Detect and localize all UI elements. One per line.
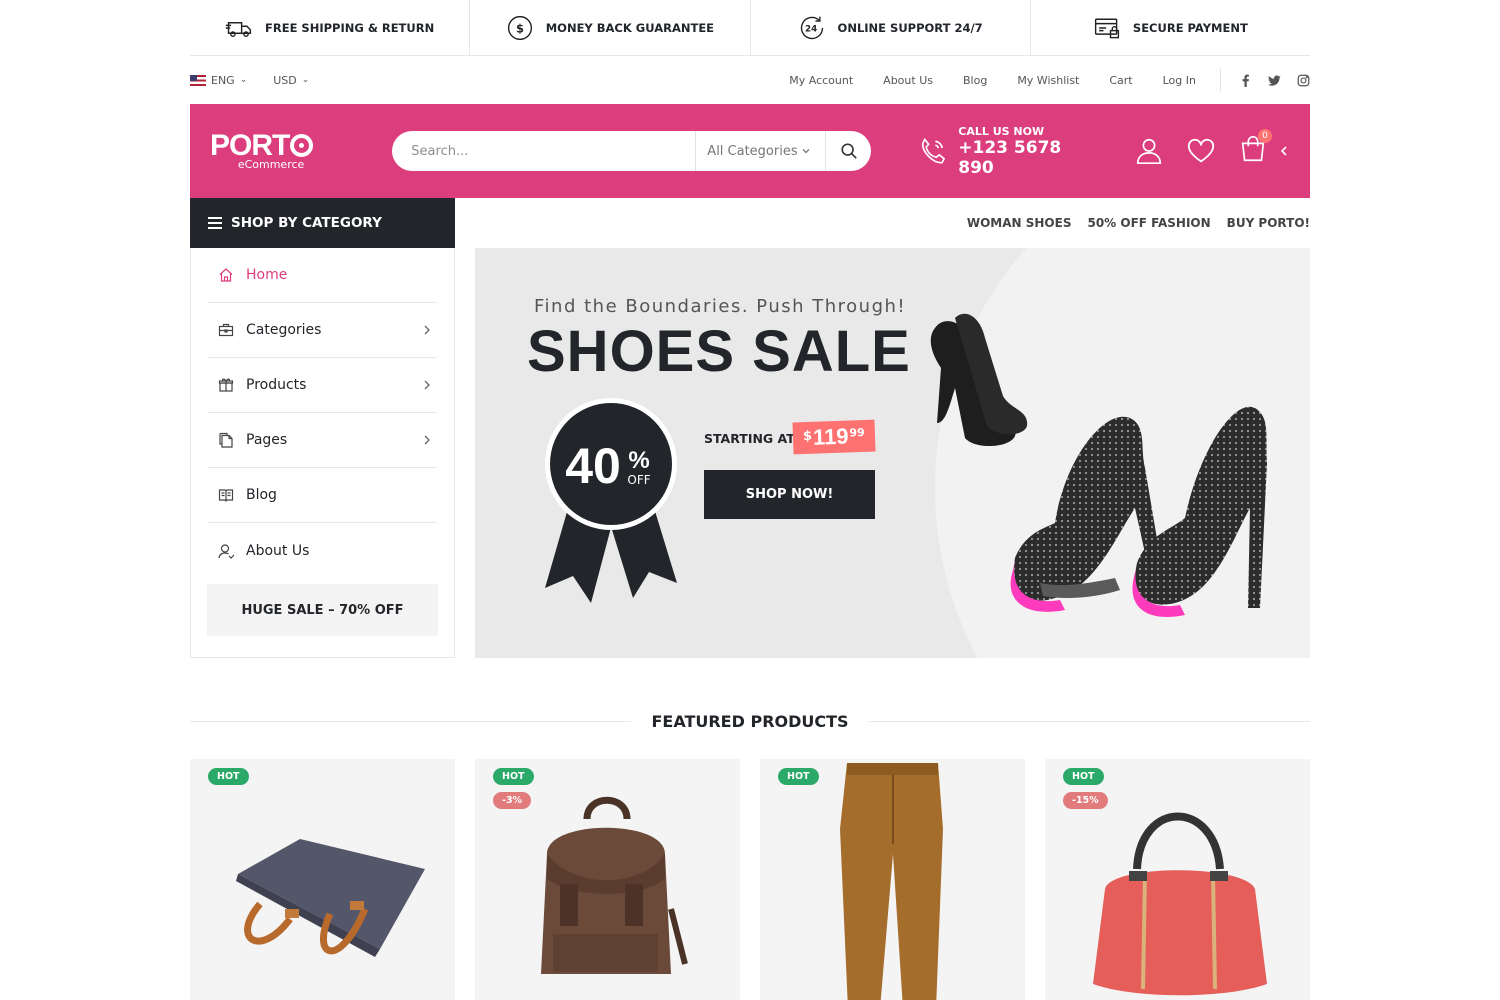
chevron-down-icon [802,149,810,154]
sidebar-item-categories[interactable]: Categories [208,303,437,358]
us-flag-icon [190,74,206,86]
chevron-down-icon: ⌄ [301,75,310,85]
search-icon [841,143,857,159]
hot-badge: HOT [208,768,249,785]
twitter-icon[interactable] [1268,74,1281,87]
trousers-image [840,763,943,1000]
category-select[interactable]: All Categories [695,131,825,171]
starting-at-label: STARTING AT [704,431,795,446]
hamburger-icon [208,217,222,229]
hot-badge: HOT [778,768,819,785]
discount-badge: -3% [493,792,532,809]
huge-sale-promo[interactable]: HUGE SALE – 70% OFF [207,584,438,636]
pages-icon [219,432,233,448]
instagram-icon[interactable] [1297,74,1310,87]
link-my-account[interactable]: My Account [789,74,853,87]
briefcase-icon [218,323,234,337]
discount-badge: -15% [1063,792,1108,809]
price-tag: $ 119 99 [792,419,876,455]
link-cart[interactable]: Cart [1109,74,1132,87]
sidebar-item-about-us[interactable]: About Us [208,523,437,578]
laptop-bag-image [236,839,425,957]
featured-products-grid: HOT HOT -3% HOT HOT -15% [190,759,1310,1000]
truck-icon [225,21,252,37]
discount-value: 40 [565,438,621,494]
search-form: All Categories [392,131,872,171]
cart-count-badge: 0 [1258,129,1273,143]
call-us[interactable]: CALL US NOW +123 5678 890 [917,125,1098,178]
home-icon [219,268,233,282]
shop-by-category-header[interactable]: SHOP BY CATEGORY [190,198,455,248]
porto-logo[interactable]: PORT eCommerce [210,130,392,171]
link-buy-porto[interactable]: BUY PORTO! [1227,216,1310,230]
chevron-right-icon [424,325,430,335]
product-card-backpack[interactable]: HOT -3% [475,759,740,1000]
support-24-icon: 24 [800,16,823,39]
logo-o-mark [290,134,314,157]
heart-icon[interactable] [1186,136,1216,166]
product-card-handbag[interactable]: HOT -15% [1045,759,1310,1000]
book-icon [218,489,234,502]
header-top-row: ENG ⌄ USD ⌄ My Account About Us Blog My … [190,56,1310,104]
info-money-back: $ MONEY BACK GUARANTEE [470,0,751,55]
high-heel-shoes-image [930,313,1267,617]
link-log-in[interactable]: Log In [1163,74,1196,87]
search-button[interactable] [825,131,871,171]
user-icon[interactable] [1134,136,1164,166]
info-secure-payment: SECURE PAYMENT [1031,0,1310,55]
chevron-right-icon [424,435,430,445]
featured-products-heading: FEATURED PRODUCTS [190,706,1311,736]
user-outline-icon [218,543,234,559]
service-info-bar: FREE SHIPPING & RETURN $ MONEY BACK GUAR… [190,0,1310,56]
discount-off: OFF [627,473,650,487]
banner-subtitle: Find the Boundaries. Push Through! [534,296,907,317]
banner-title: SHOES SALE [527,319,911,384]
sidebar-item-pages[interactable]: Pages [208,413,437,468]
banner-quick-links: WOMAN SHOES 50% OFF FASHION BUY PORTO! [475,198,1310,248]
header-actions: 0 [1134,129,1290,168]
divider [190,720,632,722]
currency-selector[interactable]: USD ⌄ [273,74,309,87]
category-sidebar: SHOP BY CATEGORY Home Categories Product… [190,198,455,658]
sidebar-item-home[interactable]: Home [208,248,437,303]
discount-percent: % [628,447,649,474]
dollar-circle-icon: $ [507,15,532,40]
social-links [1221,74,1310,87]
hero-banner: Find the Boundaries. Push Through! SHOES… [475,248,1310,658]
svg-text:$: $ [516,21,524,35]
link-blog[interactable]: Blog [963,74,987,87]
info-online-support: 24 ONLINE SUPPORT 24/7 [751,0,1031,55]
info-free-shipping: FREE SHIPPING & RETURN [190,0,471,55]
link-woman-shoes[interactable]: WOMAN SHOES [967,216,1072,230]
sidebar-item-blog[interactable]: Blog [208,468,437,523]
secure-payment-icon [1094,18,1119,38]
product-card-laptop-bag[interactable]: HOT [190,759,455,1000]
language-selector[interactable]: ENG ⌄ [190,74,247,87]
discount-ribbon-badge: 40 % OFF [545,398,677,603]
link-my-wishlist[interactable]: My Wishlist [1017,74,1079,87]
link-about-us[interactable]: About Us [883,74,933,87]
chevron-right-icon [424,380,430,390]
product-card-trousers[interactable]: HOT [760,759,1025,1000]
sidebar-item-products[interactable]: Products [208,358,437,413]
main-header: PORT eCommerce All Categories CALL US NO… [190,104,1310,198]
phone-icon [922,137,946,164]
chevron-left-icon[interactable] [1278,145,1290,157]
facebook-icon[interactable] [1239,74,1252,87]
cart-button[interactable]: 0 [1238,129,1273,168]
hot-badge: HOT [1063,768,1104,785]
divider [868,720,1311,722]
svg-text:24: 24 [805,24,817,34]
gift-icon [218,378,234,392]
shop-now-button[interactable]: SHOP NOW! [704,470,875,519]
search-input[interactable] [392,143,696,159]
chevron-down-icon: ⌄ [239,75,248,85]
account-links: My Account About Us Blog My Wishlist Car… [789,69,1221,91]
hot-badge: HOT [493,768,534,785]
link-50-off-fashion[interactable]: 50% OFF FASHION [1087,216,1210,230]
